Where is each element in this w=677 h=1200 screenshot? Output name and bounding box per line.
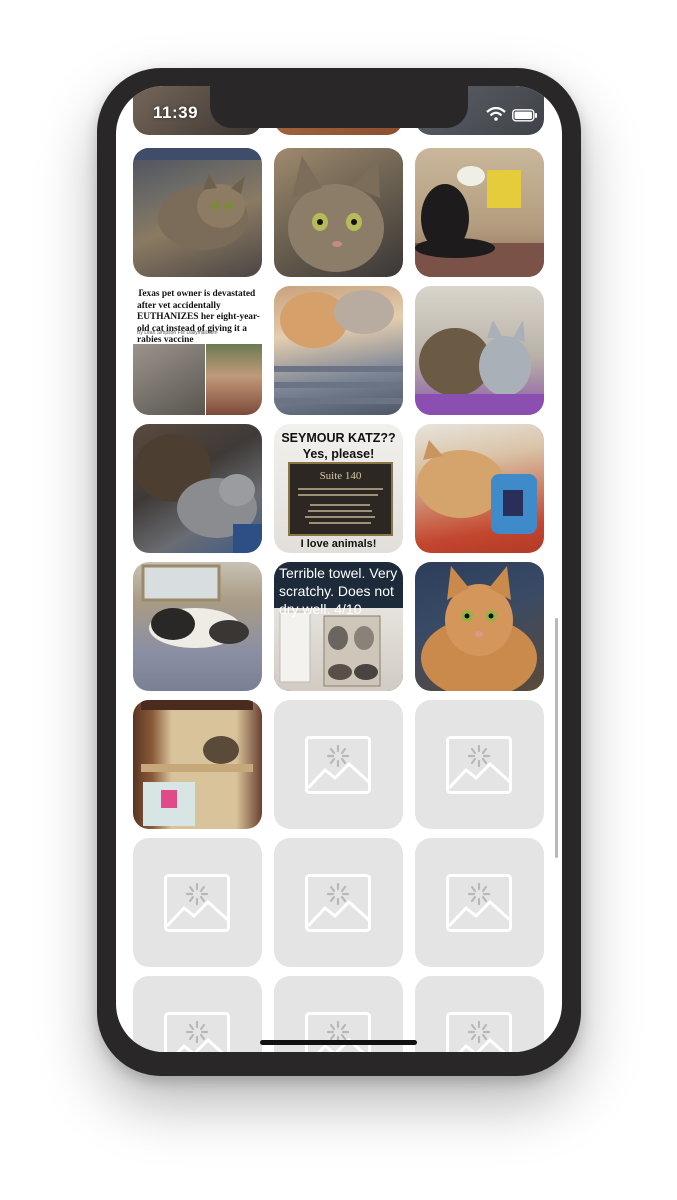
news-byline: By Leah Simpson For Dailymail.com [137, 330, 218, 336]
cabinet-photo [141, 700, 253, 826]
sign-title-line2: Yes, please! [302, 447, 375, 461]
photo-tile[interactable] [133, 700, 262, 829]
photo-placeholder[interactable] [133, 838, 262, 967]
towel-photo [274, 608, 403, 691]
plaque-text-line [298, 488, 383, 490]
cat-photo [415, 320, 544, 415]
status-time: 11:39 [153, 103, 199, 122]
shelf-photo [279, 611, 381, 687]
cat-photo [421, 566, 537, 691]
photo-tile[interactable] [274, 148, 403, 277]
photo-tile[interactable] [133, 424, 262, 553]
plaque-text-line [308, 510, 372, 512]
photo-tile[interactable] [274, 286, 403, 415]
plaque-text-line [309, 522, 371, 524]
home-indicator[interactable] [260, 1040, 417, 1045]
sign-tile[interactable]: SEYMOUR KATZ?? Yes, please! Suite 140 I … [274, 424, 403, 553]
sign-footer: I love animals! [300, 538, 377, 550]
image-loading-icon [305, 1012, 371, 1052]
photo-placeholder[interactable] [133, 976, 262, 1052]
news-photo-right [206, 344, 262, 415]
photo-tile[interactable] [415, 424, 544, 553]
suite-plaque: Suite 140 [288, 462, 393, 536]
cat-photo [141, 564, 249, 648]
image-loading-icon [164, 874, 230, 932]
sign-title-line1: SEYMOUR KATZ?? [281, 431, 396, 445]
notch [210, 86, 468, 128]
plaque-text-line [310, 504, 370, 506]
cat-photo [274, 290, 403, 404]
photo-tile[interactable] [133, 148, 262, 277]
photo-tile[interactable] [415, 286, 544, 415]
image-loading-icon [446, 736, 512, 794]
photo-placeholder[interactable] [274, 700, 403, 829]
image-loading-icon [446, 1012, 512, 1052]
wifi-icon [486, 107, 506, 121]
cat-photo [133, 148, 262, 250]
news-photo-left [133, 344, 205, 415]
plaque-text-line [298, 494, 378, 496]
photo-placeholder[interactable] [415, 700, 544, 829]
photo-placeholder[interactable] [415, 838, 544, 967]
image-loading-icon [164, 1012, 230, 1052]
photo-placeholder[interactable] [415, 976, 544, 1052]
news-tile[interactable]: Texas pet owner is devastated after vet … [133, 286, 262, 415]
plaque-text-line [305, 516, 375, 518]
photo-tile[interactable] [415, 148, 544, 277]
cat-photo [417, 440, 537, 534]
photo-placeholder[interactable] [274, 838, 403, 967]
image-loading-icon [305, 874, 371, 932]
cat-photo [415, 166, 544, 277]
sign-title: SEYMOUR KATZ?? Yes, please! [274, 430, 403, 462]
photo-tile[interactable] [133, 562, 262, 691]
scrollbar[interactable] [555, 618, 558, 858]
image-loading-icon [446, 874, 512, 932]
image-loading-icon [305, 736, 371, 794]
battery-icon [512, 109, 537, 122]
towel-tile[interactable]: Terrible towel. Very scratchy. Does not … [274, 562, 403, 691]
cat-photo [135, 434, 262, 553]
news-headline: Texas pet owner is devastated after vet … [137, 289, 260, 345]
photo-tile[interactable] [415, 562, 544, 691]
towel-caption: Terrible towel. Very scratchy. Does not … [279, 565, 398, 617]
screen: Texas pet owner is devastated after vet … [116, 86, 562, 1052]
cat-photo [288, 156, 384, 272]
plaque-heading: Suite 140 [319, 470, 362, 482]
